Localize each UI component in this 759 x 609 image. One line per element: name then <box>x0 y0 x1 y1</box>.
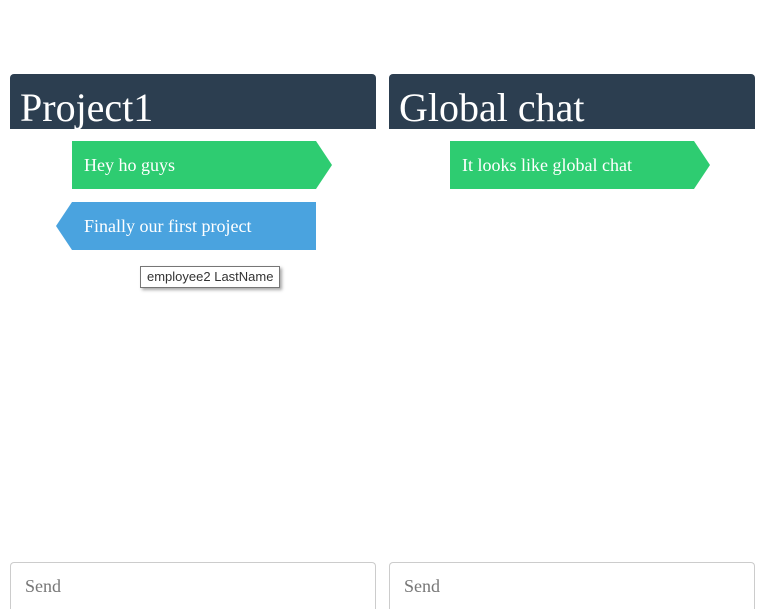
chat-title: Project1 <box>20 85 154 129</box>
send-message-input[interactable] <box>389 562 755 609</box>
chat-message[interactable]: Finally our first project <box>56 202 316 250</box>
global-chat-panel: Global chat It looks like global chat <box>389 74 755 609</box>
chat-title: Global chat <box>399 85 585 129</box>
chat-message[interactable]: It looks like global chat <box>450 141 710 189</box>
chat-header: Project1 <box>10 74 376 129</box>
author-tooltip: employee2 LastName <box>140 266 281 288</box>
send-message-input[interactable] <box>10 562 376 609</box>
project-chat-panel: Project1 Hey ho guys Finally our first p… <box>10 74 376 609</box>
chat-header: Global chat <box>389 74 755 129</box>
chat-message[interactable]: Hey ho guys <box>72 141 332 189</box>
